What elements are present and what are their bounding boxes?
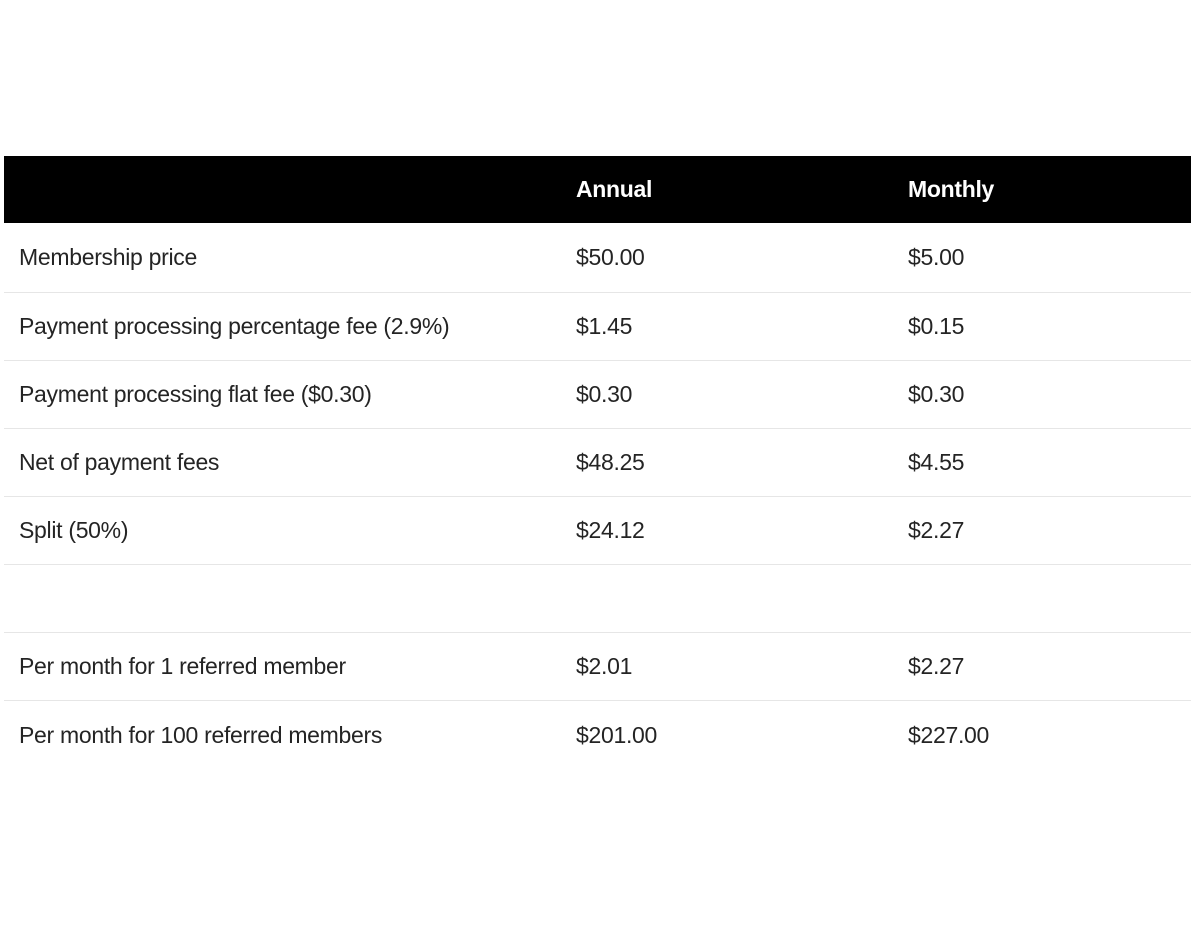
table-row-empty [4, 565, 1191, 633]
row-label: Per month for 1 referred member [19, 653, 346, 679]
fee-table: Annual Monthly Membership price $50.00 $… [4, 156, 1191, 769]
header-cell-monthly: Monthly [908, 176, 995, 202]
table-row: Payment processing flat fee ($0.30) $0.3… [4, 361, 1191, 429]
table-row: Net of payment fees $48.25 $4.55 [4, 429, 1191, 497]
row-label: Payment processing flat fee ($0.30) [19, 381, 372, 407]
row-monthly-value: $0.15 [908, 313, 965, 339]
table-row: Payment processing percentage fee (2.9%)… [4, 293, 1191, 361]
row-label: Membership price [19, 244, 197, 270]
row-monthly-value: $227.00 [908, 721, 990, 748]
row-label: Net of payment fees [19, 449, 220, 475]
row-annual-value: $24.12 [576, 517, 645, 543]
row-annual-value: $2.01 [576, 653, 633, 679]
table-row: Membership price $50.00 $5.00 [4, 223, 1191, 293]
row-monthly-value: $0.30 [908, 381, 965, 407]
header-cell-annual: Annual [576, 176, 653, 202]
row-annual-value: $1.45 [576, 313, 633, 339]
row-annual-value: $0.30 [576, 381, 633, 407]
row-annual-value: $201.00 [576, 721, 658, 748]
row-label: Split (50%) [19, 517, 129, 543]
row-label: Per month for 100 referred members [19, 721, 383, 748]
row-monthly-value: $4.55 [908, 449, 965, 475]
row-monthly-value: $2.27 [908, 653, 965, 679]
table-row: Per month for 100 referred members $201.… [4, 701, 1191, 769]
row-annual-value: $48.25 [576, 449, 645, 475]
row-monthly-value: $2.27 [908, 517, 965, 543]
row-annual-value: $50.00 [576, 244, 645, 270]
table-row: Per month for 1 referred member $2.01 $2… [4, 633, 1191, 701]
row-label: Payment processing percentage fee (2.9%) [19, 313, 450, 339]
row-monthly-value: $5.00 [908, 244, 965, 270]
table-header: Annual Monthly [4, 156, 1191, 223]
table-row: Split (50%) $24.12 $2.27 [4, 497, 1191, 565]
